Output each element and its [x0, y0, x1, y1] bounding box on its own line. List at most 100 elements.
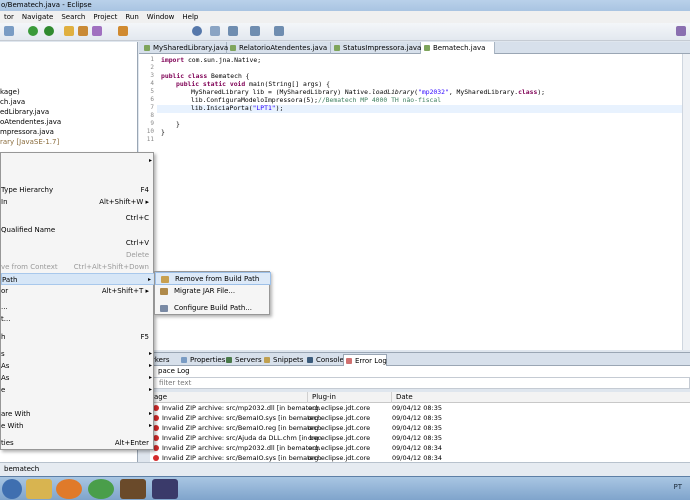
context-menu-item[interactable]: Qualified Name	[1, 224, 155, 236]
context-menu-item[interactable]: Type Hierarchy F4	[1, 184, 155, 196]
code-text: );	[275, 104, 284, 112]
context-menu-item[interactable]: ▸	[1, 155, 155, 167]
file-explorer-icon[interactable]	[26, 479, 52, 499]
tab-relatorioatendentes[interactable]: RelatorioAtendentes.java	[227, 42, 331, 54]
app-icon[interactable]	[120, 479, 146, 499]
perspective-icon[interactable]	[676, 26, 686, 36]
context-menu-item[interactable]: or Alt+Shift+T ▸	[1, 285, 155, 297]
globe-icon[interactable]	[192, 26, 202, 36]
tree-item[interactable]: mpressora.java	[0, 128, 54, 136]
context-menu-item[interactable]: In Alt+Shift+W ▸	[1, 196, 155, 208]
context-menu-item[interactable]: As ▸	[1, 372, 155, 384]
context-menu-item[interactable]: Delete	[1, 249, 155, 261]
tab-bematech[interactable]: Bematech.java	[421, 42, 495, 54]
filter-input[interactable]: filter text	[150, 377, 690, 389]
tree-item[interactable]: edLibrary.java	[0, 108, 49, 116]
menu-project[interactable]: Project	[89, 11, 121, 23]
line-number: 5	[150, 88, 154, 95]
menu-run[interactable]: Run	[121, 11, 142, 23]
menu-item-label: Configure Build Path...	[174, 304, 253, 312]
error-icon	[153, 455, 159, 461]
context-menu-item[interactable]: e With ▸	[1, 420, 155, 432]
start-button-icon[interactable]	[2, 479, 22, 499]
run-icon[interactable]	[44, 26, 54, 36]
tab-properties[interactable]: Properties	[179, 354, 225, 366]
log-plugin: org.eclipse.jdt.core	[308, 444, 371, 452]
tab-statusimpressora[interactable]: StatusImpressora.java	[331, 42, 421, 54]
code-text: lib.IniciaPorta(	[191, 104, 253, 112]
configure-build-path-item[interactable]: Configure Build Path...	[155, 302, 271, 315]
log-row[interactable]: Invalid ZIP archive: src/BemaIO.sys [in …	[150, 413, 690, 423]
log-message: Invalid ZIP archive: src/BemaIO.sys [in …	[162, 414, 322, 422]
tab-mysharedlibrary[interactable]: MySharedLibrary.java	[141, 42, 228, 54]
menu-navigate[interactable]: Navigate	[18, 11, 57, 23]
tab-error-log[interactable]: Error Log	[343, 354, 387, 366]
context-menu-item-build-path[interactable]: Path ▸	[1, 273, 155, 285]
line-number: 10	[146, 128, 154, 135]
tree-item[interactable]: kage)	[0, 88, 20, 96]
tree-item[interactable]: ch.java	[0, 98, 25, 106]
menu-help[interactable]: Help	[178, 11, 202, 23]
tab-label: RelatorioAtendentes.java	[239, 44, 328, 52]
tab-console[interactable]: Console	[305, 354, 344, 366]
log-date: 09/04/12 08:34	[392, 444, 442, 452]
editor-scrollbar[interactable]	[682, 54, 690, 350]
log-row[interactable]: Invalid ZIP archive: src/mp2032.dll [in …	[150, 403, 690, 413]
context-menu-item[interactable]: are With ▸	[1, 408, 155, 420]
line-number: 2	[150, 64, 154, 71]
menu-item-label: t...	[1, 315, 11, 323]
context-menu-item[interactable]: ...	[1, 301, 155, 313]
context-menu-item[interactable]: s ▸	[1, 348, 155, 360]
nav-icon[interactable]	[228, 26, 238, 36]
tab-servers[interactable]: Servers	[224, 354, 262, 366]
tab-snippets[interactable]: Snippets	[262, 354, 304, 366]
back-icon[interactable]	[250, 26, 260, 36]
menu-bar: tor Navigate Search Project Run Window H…	[0, 11, 690, 23]
submenu-arrow-icon: ▸	[148, 422, 152, 429]
code-line-9: }	[176, 120, 180, 128]
language-indicator[interactable]: PT	[674, 483, 683, 491]
menu-item-label: e With	[1, 422, 24, 430]
firefox-icon[interactable]	[56, 479, 82, 499]
migrate-jar-file-item[interactable]: Migrate JAR File...	[155, 285, 271, 298]
menu-editor[interactable]: tor	[0, 11, 18, 23]
context-menu-item[interactable]: Ctrl+C	[1, 212, 155, 224]
nav-icon[interactable]	[210, 26, 220, 36]
submenu-arrow-icon: ▸	[148, 350, 152, 357]
toolbar-icon[interactable]	[4, 26, 14, 36]
tree-item[interactable]: oAtendentes.java	[0, 118, 61, 126]
menu-window[interactable]: Window	[143, 11, 179, 23]
eclipse-icon[interactable]	[152, 479, 178, 499]
log-title: pace Log	[150, 366, 690, 377]
tab-label: Console	[316, 356, 344, 364]
column-header-message[interactable]: age	[150, 392, 308, 403]
keyword: import	[161, 56, 185, 64]
edit-icon[interactable]	[118, 26, 128, 36]
forward-icon[interactable]	[274, 26, 284, 36]
debug-icon[interactable]	[28, 26, 38, 36]
column-header-plugin[interactable]: Plug-in	[308, 392, 392, 403]
search-icon[interactable]	[92, 26, 102, 36]
context-menu-item[interactable]: Ctrl+V	[1, 237, 155, 249]
column-header-date[interactable]: Date	[392, 392, 690, 403]
context-menu-item[interactable]: ties Alt+Enter	[1, 437, 155, 449]
log-row[interactable]: Invalid ZIP archive: src/Ajuda da DLL.ch…	[150, 433, 690, 443]
menu-search[interactable]: Search	[57, 11, 89, 23]
context-menu-item[interactable]: e ▸	[1, 384, 155, 396]
context-menu-item[interactable]: t...	[1, 313, 155, 325]
code-string: "LPT1"	[252, 104, 276, 112]
tab-label: StatusImpressora.java	[343, 44, 422, 52]
java-file-icon	[424, 45, 430, 51]
log-row[interactable]: Invalid ZIP archive: src/mp2032.dll [in …	[150, 443, 690, 453]
context-menu-item[interactable]: h F5	[1, 331, 155, 343]
chrome-icon[interactable]	[88, 479, 114, 499]
remove-from-build-path-item[interactable]: Remove from Build Path	[155, 272, 271, 285]
tree-item-jre[interactable]: rary [JavaSE-1.7]	[0, 138, 59, 146]
open-type-icon[interactable]	[78, 26, 88, 36]
java-file-icon	[334, 45, 340, 51]
context-menu-item[interactable]: ve from Context Ctrl+Alt+Shift+Down	[1, 261, 155, 273]
configure-icon	[160, 305, 168, 312]
context-menu-item[interactable]: As ▸	[1, 360, 155, 372]
new-package-icon[interactable]	[64, 26, 74, 36]
log-row[interactable]: Invalid ZIP archive: src/BemaIO.reg [in …	[150, 423, 690, 433]
